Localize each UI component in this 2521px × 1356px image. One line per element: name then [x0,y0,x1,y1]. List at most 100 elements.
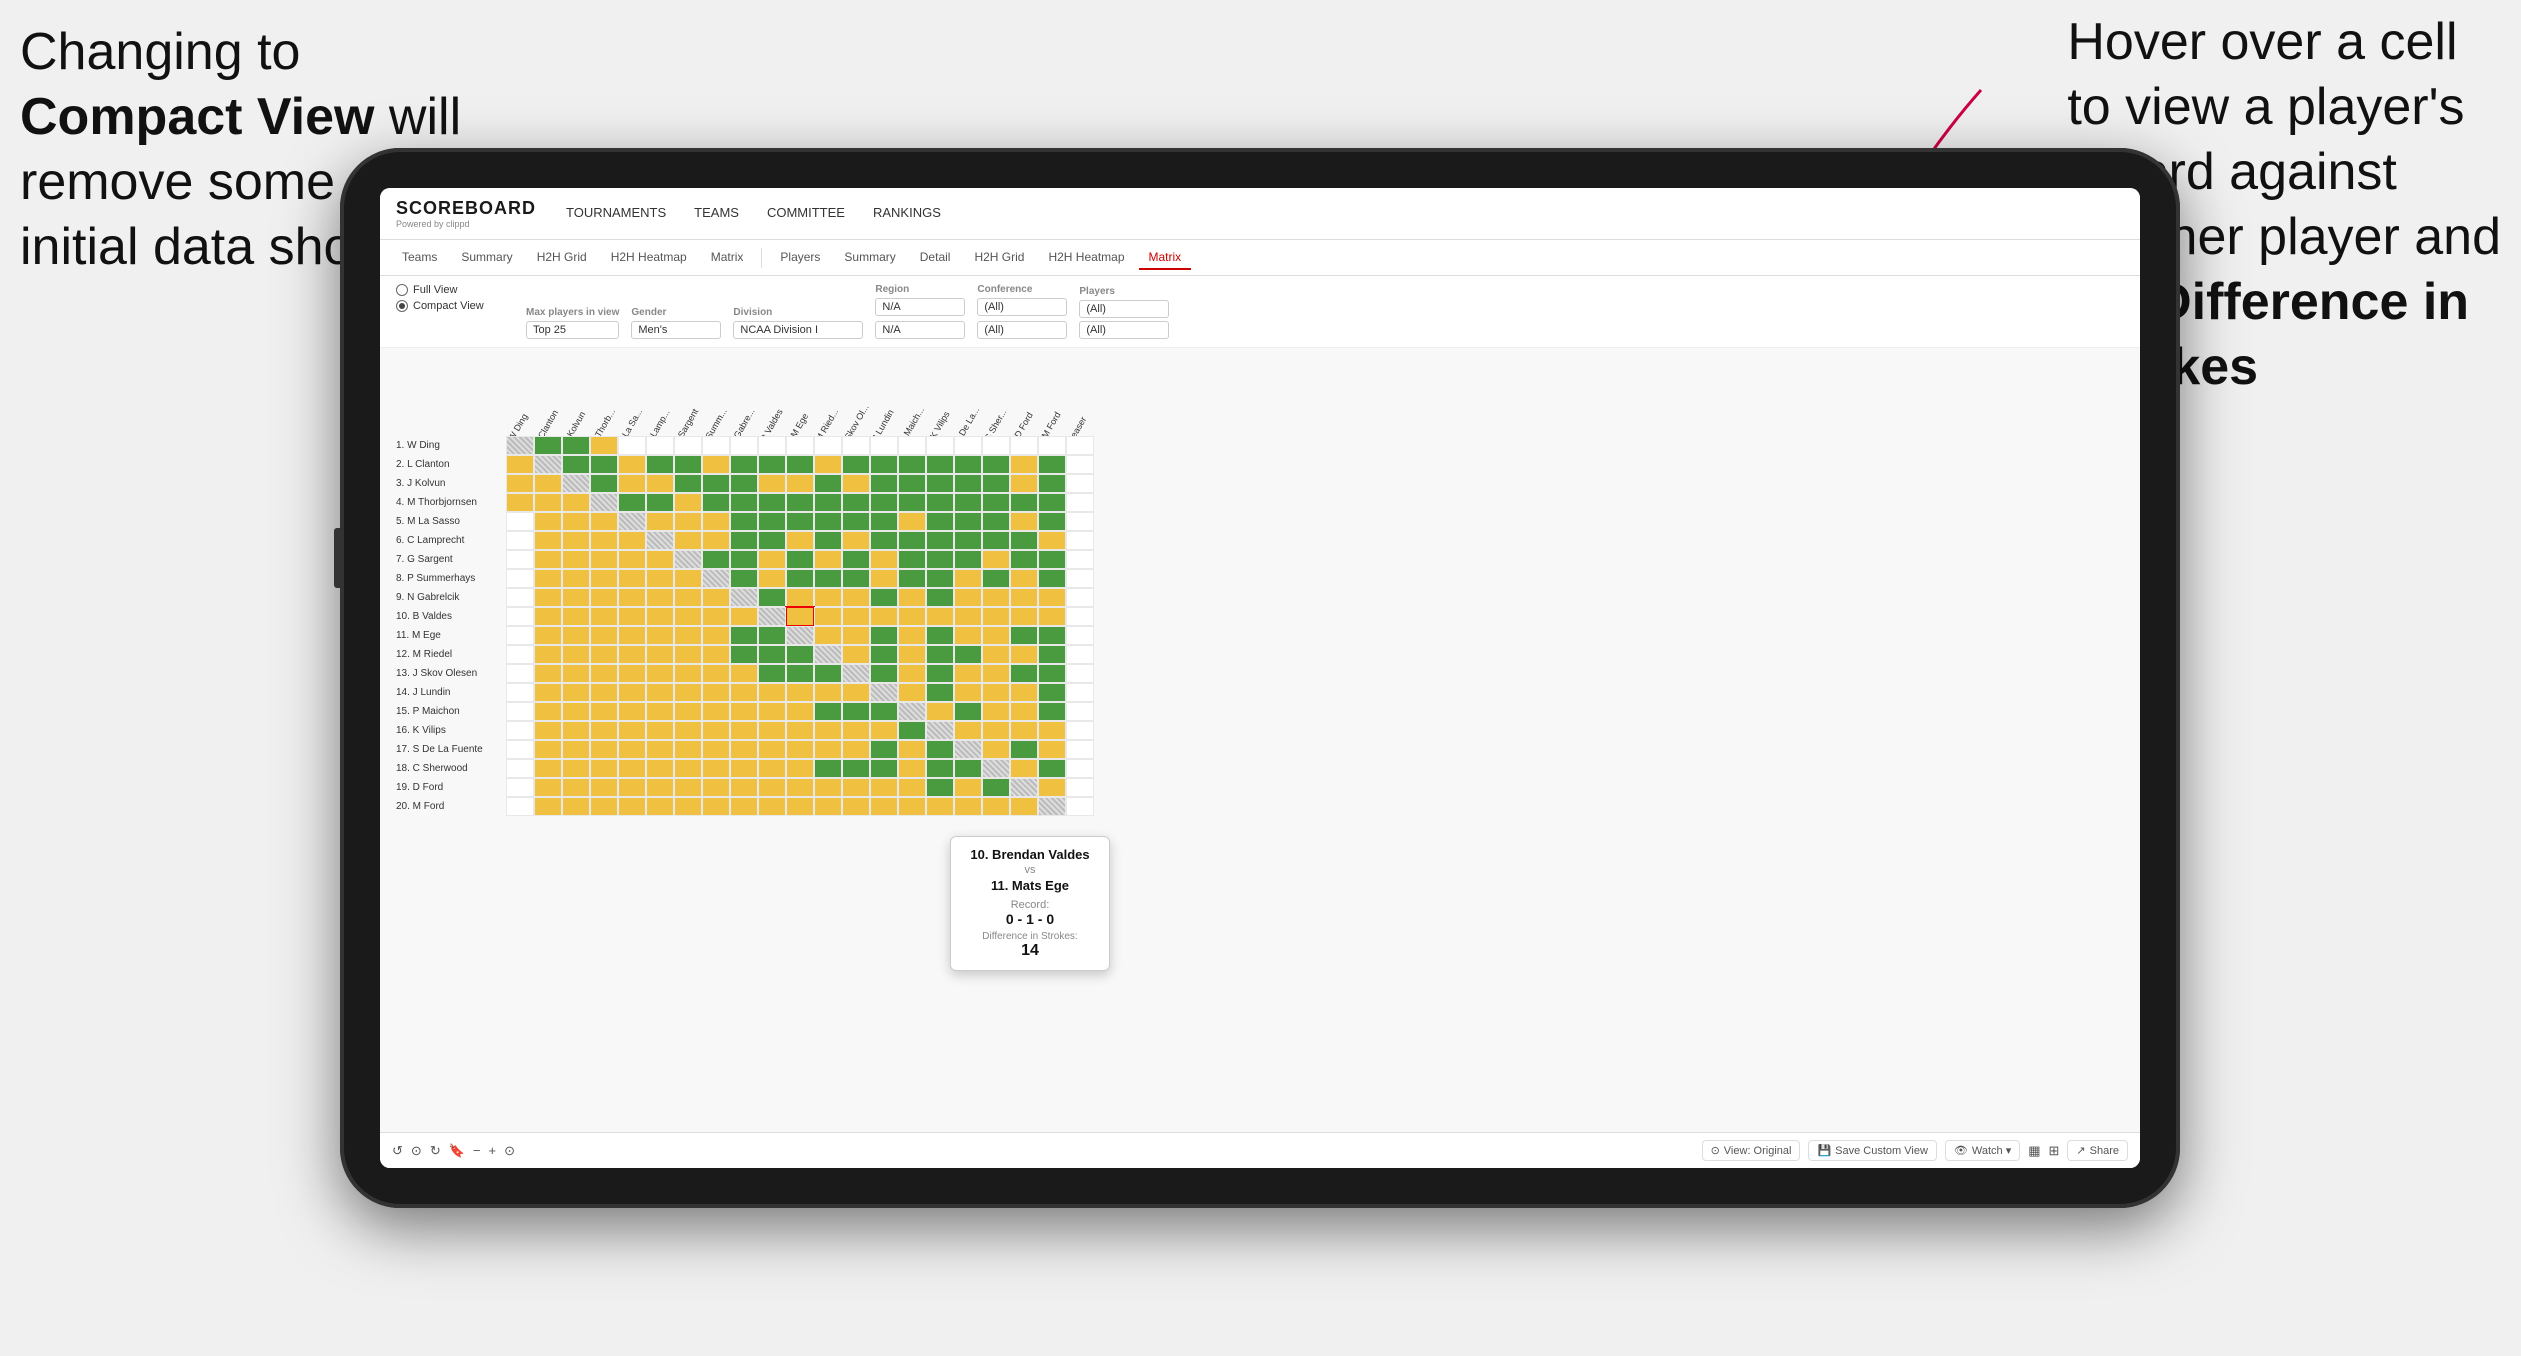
cell-4-18[interactable] [982,493,1010,512]
cell-11-11[interactable] [786,626,814,645]
cell-15-16[interactable] [926,702,954,721]
cell-3-6[interactable] [646,474,674,493]
cell-5-15[interactable] [898,512,926,531]
cell-2-6[interactable] [646,455,674,474]
cell-7-1[interactable] [506,550,534,569]
cell-10-2[interactable] [534,607,562,626]
cell-6-8[interactable] [702,531,730,550]
cell-19-12[interactable] [814,778,842,797]
cell-15-18[interactable] [982,702,1010,721]
cell-18-20[interactable] [1038,759,1066,778]
cell-13-7[interactable] [674,664,702,683]
cell-2-19[interactable] [1010,455,1038,474]
cell-18-3[interactable] [562,759,590,778]
cell-13-4[interactable] [590,664,618,683]
cell-19-14[interactable] [870,778,898,797]
players-select-1[interactable]: (All) [1079,300,1169,318]
cell-16-2[interactable] [534,721,562,740]
cell-5-12[interactable] [814,512,842,531]
cell-12-5[interactable] [618,645,646,664]
cell-8-8[interactable] [702,569,730,588]
cell-17-11[interactable] [786,740,814,759]
cell-3-15[interactable] [898,474,926,493]
cell-12-21[interactable] [1066,645,1094,664]
cell-6-10[interactable] [758,531,786,550]
cell-18-14[interactable] [870,759,898,778]
cell-15-20[interactable] [1038,702,1066,721]
cell-6-18[interactable] [982,531,1010,550]
cell-16-10[interactable] [758,721,786,740]
reset-icon[interactable]: ↻ [430,1143,441,1159]
cell-10-9[interactable] [730,607,758,626]
cell-17-10[interactable] [758,740,786,759]
region-select-1[interactable]: N/A [875,298,965,316]
matrix-area[interactable]: 1. W Ding 2. L Clanton 3. J Kolvun 4. M … [380,348,2140,1132]
clock-icon[interactable]: ⊙ [504,1143,515,1159]
cell-13-19[interactable] [1010,664,1038,683]
cell-14-15[interactable] [898,683,926,702]
cell-14-7[interactable] [674,683,702,702]
cell-2-17[interactable] [954,455,982,474]
cell-12-4[interactable] [590,645,618,664]
cell-3-16[interactable] [926,474,954,493]
cell-7-19[interactable] [1010,550,1038,569]
cell-4-12[interactable] [814,493,842,512]
compact-view-radio[interactable]: Compact View [396,300,506,312]
cell-13-2[interactable] [534,664,562,683]
cell-19-1[interactable] [506,778,534,797]
cell-9-12[interactable] [814,588,842,607]
cell-19-4[interactable] [590,778,618,797]
cell-12-20[interactable] [1038,645,1066,664]
cell-8-5[interactable] [618,569,646,588]
cell-3-5[interactable] [618,474,646,493]
cell-12-18[interactable] [982,645,1010,664]
cell-5-4[interactable] [590,512,618,531]
cell-16-7[interactable] [674,721,702,740]
cell-5-8[interactable] [702,512,730,531]
cell-1-7[interactable] [674,436,702,455]
cell-13-5[interactable] [618,664,646,683]
cell-6-2[interactable] [534,531,562,550]
cell-17-15[interactable] [898,740,926,759]
cell-13-10[interactable] [758,664,786,683]
cell-8-18[interactable] [982,569,1010,588]
watch-button[interactable]: 👁 Watch ▾ [1945,1140,2020,1161]
cell-7-8[interactable] [702,550,730,569]
cell-18-5[interactable] [618,759,646,778]
cell-3-2[interactable] [534,474,562,493]
cell-17-5[interactable] [618,740,646,759]
cell-5-3[interactable] [562,512,590,531]
cell-8-9[interactable] [730,569,758,588]
cell-19-11[interactable] [786,778,814,797]
cell-6-11[interactable] [786,531,814,550]
cell-5-10[interactable] [758,512,786,531]
cell-9-5[interactable] [618,588,646,607]
cell-1-9[interactable] [730,436,758,455]
cell-3-20[interactable] [1038,474,1066,493]
cell-2-16[interactable] [926,455,954,474]
cell-6-17[interactable] [954,531,982,550]
cell-10-1[interactable] [506,607,534,626]
cell-20-1[interactable] [506,797,534,816]
cell-4-20[interactable] [1038,493,1066,512]
cell-10-6[interactable] [646,607,674,626]
cell-5-11[interactable] [786,512,814,531]
cell-7-11[interactable] [786,550,814,569]
cell-8-19[interactable] [1010,569,1038,588]
cell-13-6[interactable] [646,664,674,683]
cell-17-20[interactable] [1038,740,1066,759]
conference-select-2[interactable]: (All) [977,321,1067,339]
cell-19-21[interactable] [1066,778,1094,797]
cell-9-21[interactable] [1066,588,1094,607]
cell-8-15[interactable] [898,569,926,588]
cell-20-10[interactable] [758,797,786,816]
cell-18-9[interactable] [730,759,758,778]
cell-13-8[interactable] [702,664,730,683]
cell-7-14[interactable] [870,550,898,569]
cell-19-9[interactable] [730,778,758,797]
cell-12-13[interactable] [842,645,870,664]
cell-20-9[interactable] [730,797,758,816]
cell-10-5[interactable] [618,607,646,626]
cell-16-15[interactable] [898,721,926,740]
cell-4-3[interactable] [562,493,590,512]
